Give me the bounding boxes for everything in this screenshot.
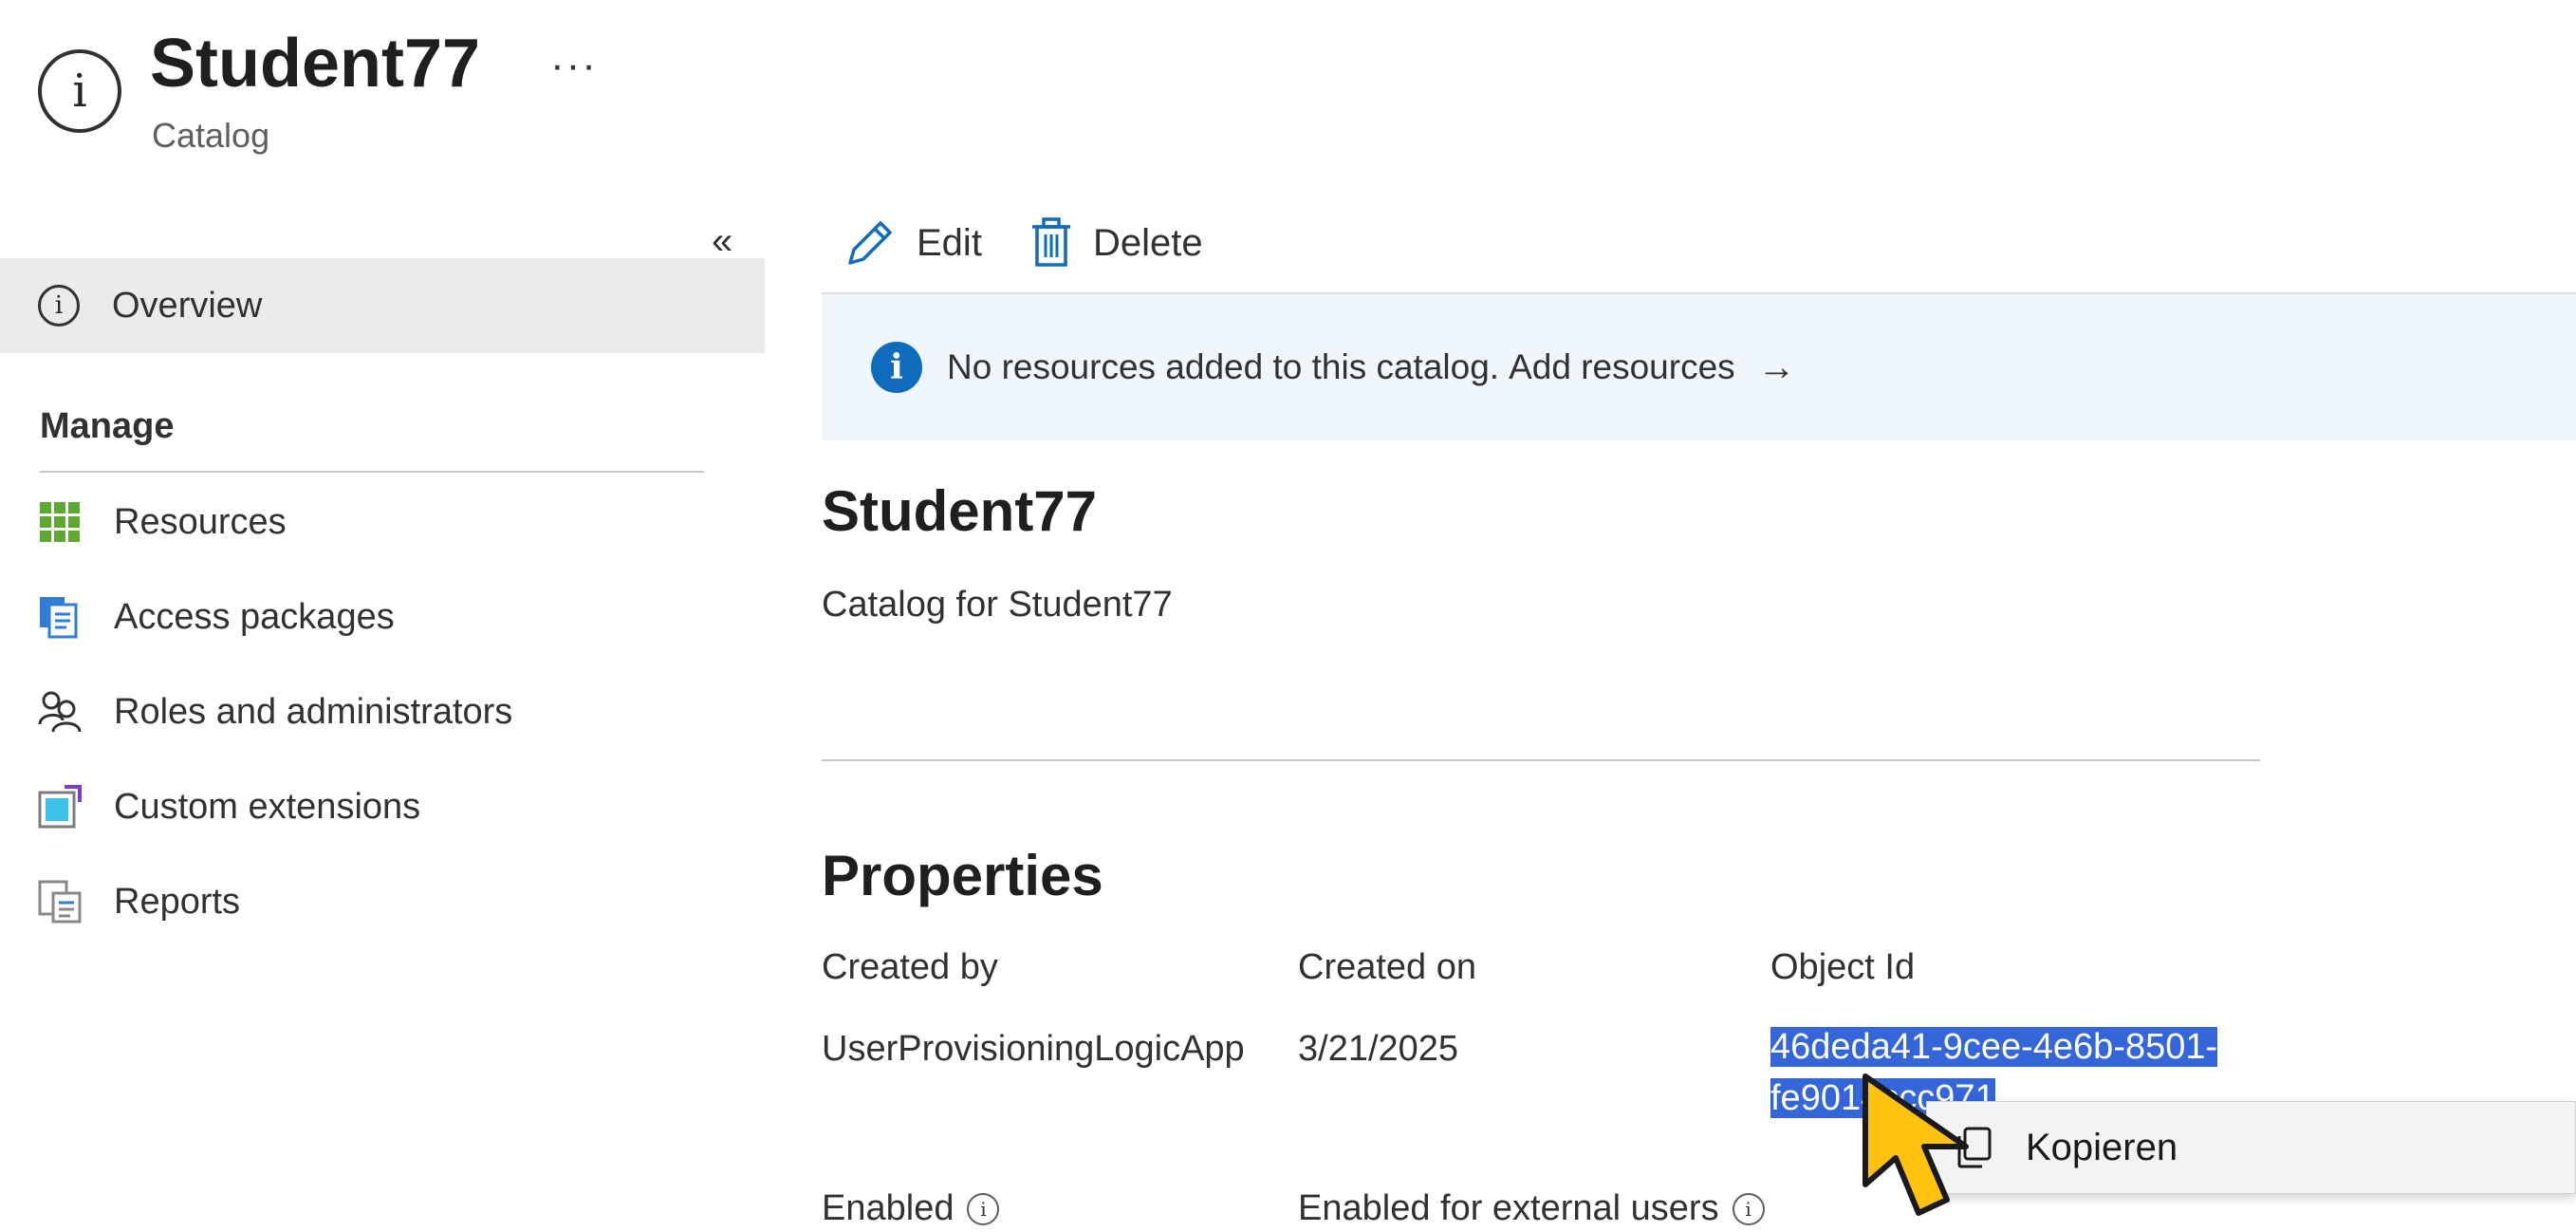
catalog-name: Student77 (822, 479, 1098, 543)
created-by-value: UserProvisioningLogicApp (822, 1029, 1245, 1069)
sidebar-item-label: Reports (114, 881, 241, 922)
created-on-label: Created on (1298, 947, 1477, 987)
sidebar-section-manage: Manage (40, 406, 175, 446)
arrow-right-icon[interactable]: → (1758, 346, 1796, 389)
properties-heading: Properties (822, 844, 1103, 907)
page-title: Student77 (150, 26, 481, 102)
edit-button[interactable]: Edit (844, 215, 982, 271)
more-options-button[interactable]: ··· (550, 42, 598, 89)
object-id-label: Object Id (1770, 947, 1916, 987)
copy-label: Kopieren (2026, 1126, 2178, 1168)
sidebar-item-overview[interactable]: i Overview (0, 258, 765, 353)
sidebar-item-label: Custom extensions (114, 786, 421, 827)
add-resources-link[interactable]: Add resources (1509, 347, 1735, 387)
banner-message: No resources added to this catalog. (947, 347, 1500, 386)
sidebar-item-reports[interactable]: Reports (38, 864, 240, 940)
created-on-value: 3/21/2025 (1298, 1029, 1459, 1069)
sidebar-item-custom-extensions[interactable]: Custom extensions (38, 769, 420, 845)
report-icon (38, 880, 82, 924)
enabled-label: Enabled i (822, 1188, 1000, 1229)
info-icon[interactable]: i (967, 1192, 1000, 1225)
collapse-sidebar-icon[interactable]: « (712, 220, 732, 263)
mouse-cursor-icon (1863, 1073, 1969, 1216)
people-icon (38, 690, 82, 734)
info-banner: i No resources added to this catalog. Ad… (822, 294, 2576, 440)
sidebar-item-label: Resources (114, 501, 287, 542)
info-icon: i (38, 49, 121, 133)
document-stack-icon (38, 595, 82, 639)
created-by-label: Created by (822, 947, 998, 987)
sidebar-item-access-packages[interactable]: Access packages (38, 579, 395, 655)
enabled-label-text: Enabled (822, 1188, 954, 1228)
delete-label: Delete (1093, 221, 1203, 264)
sidebar-item-resources[interactable]: Resources (38, 484, 287, 560)
sidebar-item-label: Overview (112, 285, 263, 326)
extension-icon (38, 785, 82, 829)
sidebar-item-label: Access packages (114, 596, 395, 637)
info-icon[interactable]: i (1732, 1192, 1765, 1225)
sidebar-item-label: Roles and administrators (114, 691, 513, 732)
divider (40, 471, 704, 473)
trash-icon (1032, 217, 1070, 267)
grid-icon (38, 500, 82, 544)
enabled-external-label-text: Enabled for external users (1298, 1188, 1719, 1228)
page-subtitle: Catalog (152, 116, 270, 155)
sidebar-item-roles-and-administrators[interactable]: Roles and administrators (38, 674, 512, 750)
info-icon: i (871, 342, 922, 393)
object-id-line-1: 46deda41-9cee-4e6b-8501- (1770, 1027, 2218, 1067)
info-icon: i (38, 285, 80, 327)
context-menu-copy-item[interactable]: Kopieren (1926, 1101, 2576, 1194)
enabled-external-label: Enabled for external users i (1298, 1188, 1765, 1229)
pencil-icon (848, 221, 892, 265)
divider (822, 759, 2260, 761)
catalog-description: Catalog for Student77 (822, 585, 1173, 625)
edit-label: Edit (917, 221, 982, 264)
delete-button[interactable]: Delete (1030, 215, 1203, 271)
